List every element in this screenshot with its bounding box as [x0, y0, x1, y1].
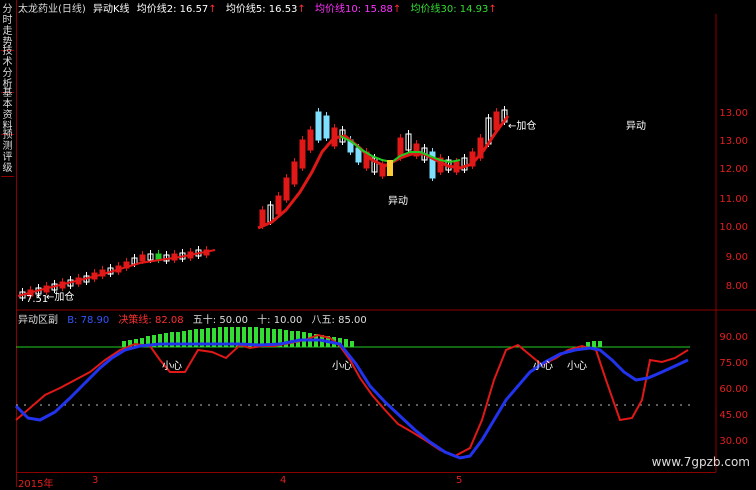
watermark: www.7gpzb.com	[651, 455, 750, 469]
sub-axis-label: 75.00	[719, 358, 748, 369]
careful-label: 小心	[332, 361, 352, 372]
decision-line	[15, 333, 689, 458]
sub-indicator-chart[interactable]	[0, 0, 756, 487]
date-tick: 5	[456, 475, 463, 486]
green-bar	[586, 342, 590, 347]
careful-label: 小心	[533, 361, 553, 372]
sub-axis-label: 30.00	[719, 436, 748, 447]
green-bar	[290, 331, 294, 347]
careful-label: 小心	[567, 361, 587, 372]
green-bar	[592, 341, 596, 347]
date-tick: 4	[280, 475, 287, 486]
green-bar	[122, 341, 126, 347]
sub-axis-label: 60.00	[719, 384, 748, 395]
careful-label: 小心	[162, 361, 182, 372]
sub-axis-label: 45.00	[719, 410, 748, 421]
green-bar	[598, 341, 602, 347]
sub-axis-label: 90.00	[719, 332, 748, 343]
date-tick: 2015年	[18, 479, 54, 490]
green-bar	[350, 341, 354, 347]
b-line	[14, 338, 689, 460]
green-bar	[344, 339, 348, 347]
date-axis: 2015年 3 4 5	[16, 472, 716, 490]
date-tick: 3	[92, 475, 99, 486]
